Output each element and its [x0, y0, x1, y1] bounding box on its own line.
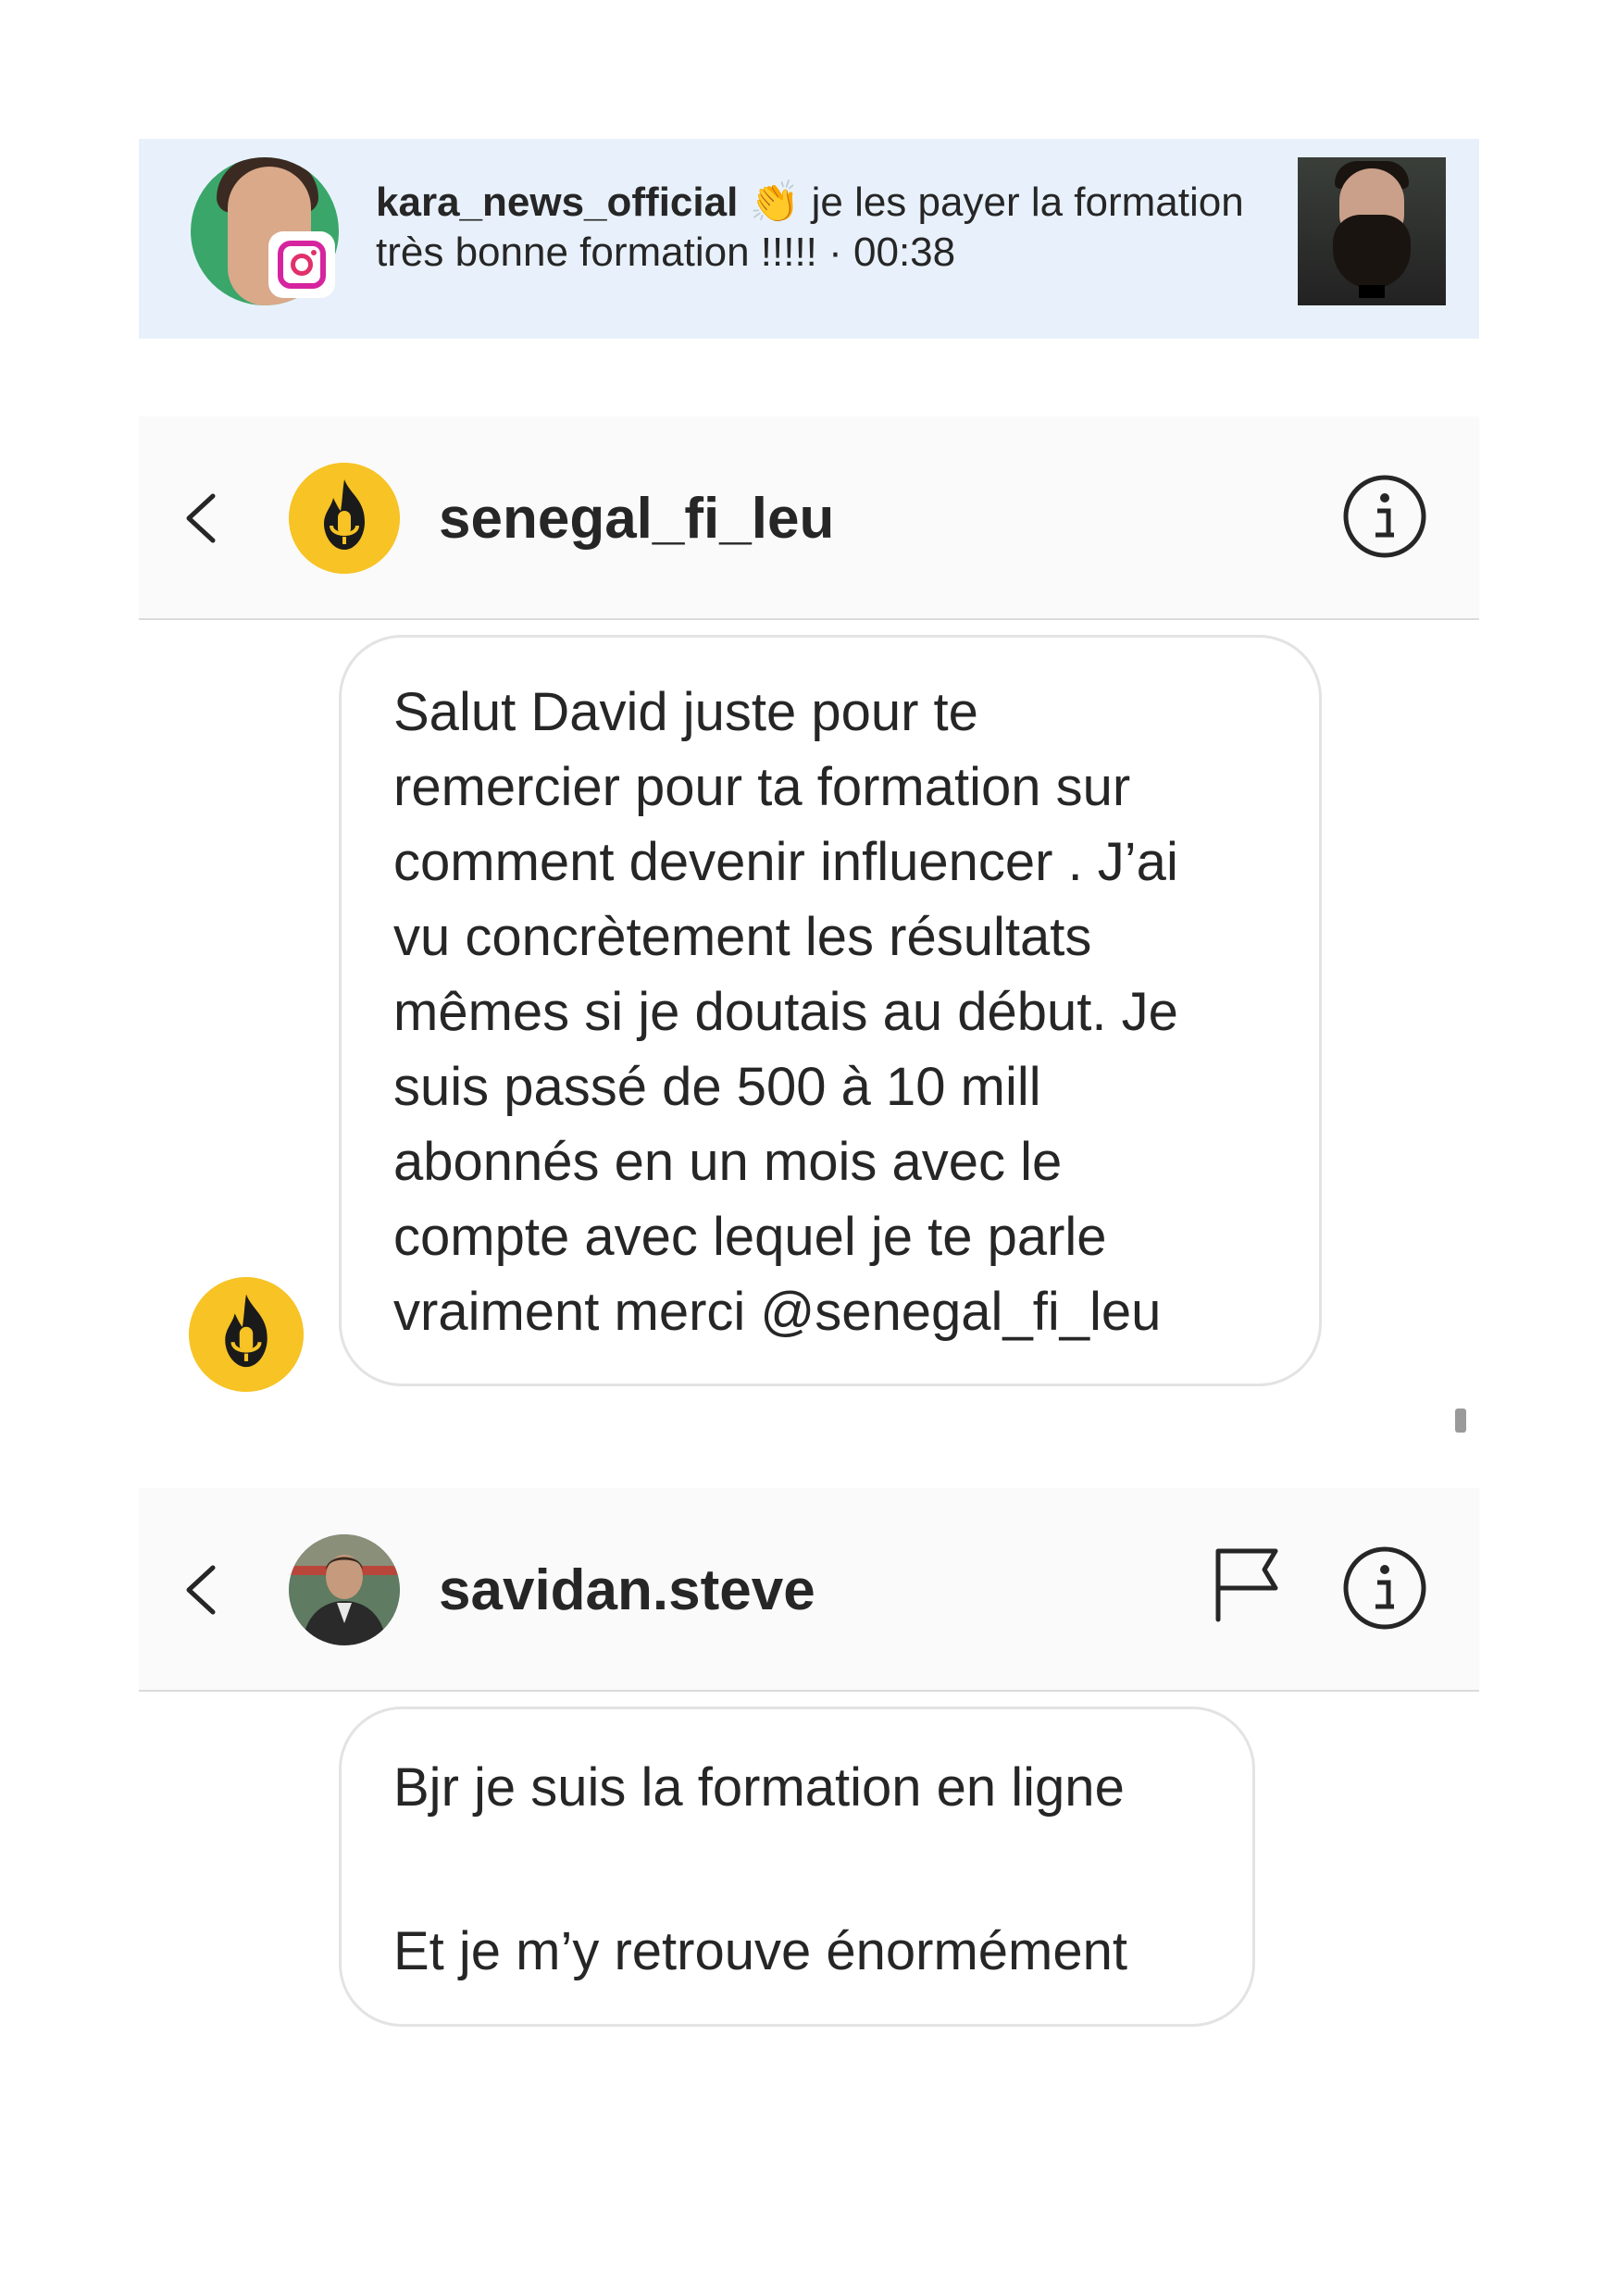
message-line: Bjr je suis la formation en ligne — [393, 1757, 1125, 1818]
chevron-left-icon[interactable] — [176, 1564, 228, 1616]
chat-header-savidan: savidan.steve — [139, 1488, 1479, 1692]
message-line: remercier pour ta formation sur — [393, 757, 1131, 817]
scrollbar[interactable] — [1455, 1409, 1466, 1433]
chat-username[interactable]: savidan.steve — [439, 1562, 815, 1620]
chevron-left-icon[interactable] — [176, 492, 228, 544]
notification-text: kara_news_official 👏 je les payer la for… — [376, 178, 1301, 278]
message-bubble: Salut David juste pour te remercier pour… — [339, 635, 1322, 1386]
clap-emoji: 👏 — [749, 179, 801, 226]
flame-mic-icon — [189, 1277, 304, 1392]
instagram-icon — [268, 231, 335, 298]
flame-mic-icon — [289, 463, 400, 574]
message-line: comment devenir influencer . J’ai — [393, 832, 1178, 892]
sender-avatar[interactable] — [189, 1277, 304, 1392]
message-line: abonnés en un mois avec le — [393, 1132, 1063, 1192]
notification-banner[interactable]: kara_news_official 👏 je les payer la for… — [139, 139, 1479, 339]
info-circle-icon[interactable] — [1342, 474, 1427, 559]
info-circle-icon[interactable] — [1342, 1545, 1427, 1631]
message-bubble: Bjr je suis la formation en ligne Et je … — [339, 1706, 1255, 2027]
flag-icon[interactable] — [1213, 1545, 1283, 1623]
message-line: vu concrètement les résultats — [393, 907, 1092, 967]
profile-photo — [289, 1534, 400, 1645]
chat-header-senegal: senegal_fi_leu — [139, 416, 1479, 620]
message-line: mêmes si je doutais au début. Je — [393, 982, 1178, 1042]
notification-message-line1: je les payer la formation — [811, 180, 1244, 225]
message-line: Et je m’y retrouve énormément — [393, 1921, 1127, 1981]
notification-message-line2: très bonne formation !!!!! · 00:38 — [376, 230, 956, 275]
avatar[interactable] — [289, 463, 400, 574]
message-line: suis passé de 500 à 10 mill — [393, 1057, 1041, 1117]
message-line: compte avec lequel je te parle — [393, 1207, 1107, 1267]
message-line: Salut David juste pour te — [393, 682, 978, 742]
notification-thumbnail — [1298, 157, 1446, 305]
message-line: vraiment merci @senegal_fi_leu — [393, 1282, 1162, 1342]
avatar[interactable] — [289, 1534, 400, 1645]
chat-username[interactable]: senegal_fi_leu — [439, 490, 834, 548]
notification-username: kara_news_official — [376, 180, 739, 225]
